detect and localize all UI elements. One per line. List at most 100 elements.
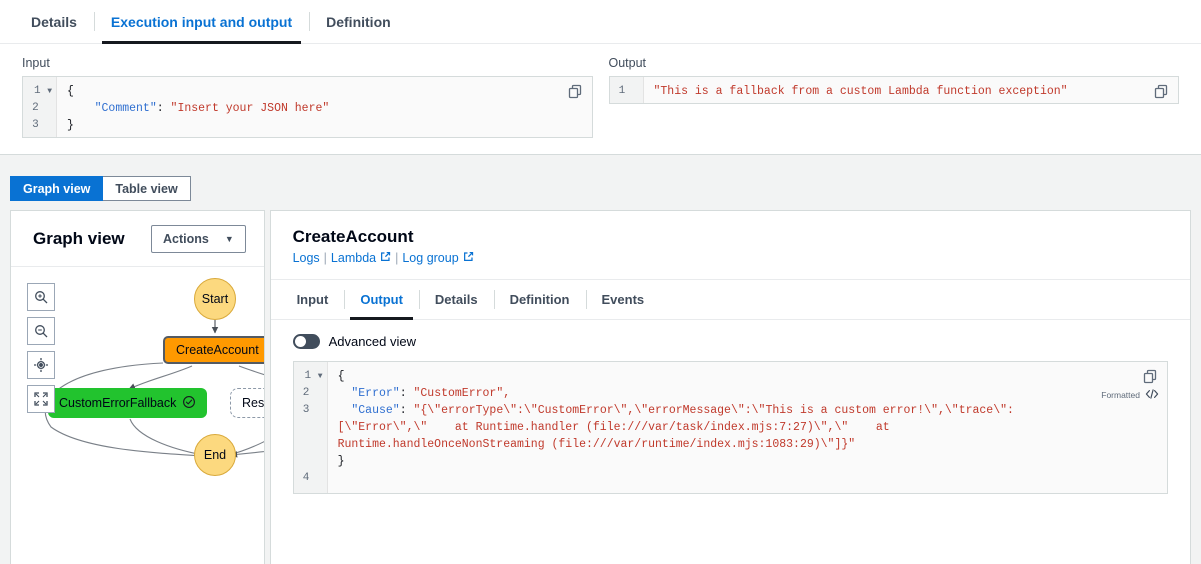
state-detail-tab-bar: Input Output Details Definition Events — [271, 280, 1190, 320]
fullscreen-icon[interactable] — [27, 385, 55, 413]
tab-label: Definition — [326, 14, 391, 30]
state-output-code-box[interactable]: 1 ▼ 2 ▼ 3 ▼ 4 ▼ { "Error": "CustomError"… — [293, 361, 1168, 494]
center-focus-icon[interactable] — [27, 351, 55, 379]
state-output-code-content[interactable]: { "Error": "CustomError", "Cause": "{\"e… — [328, 362, 1167, 493]
panel-title: Graph view — [33, 229, 125, 249]
output-section: Output 1 ▼ "This is a fallback from a cu… — [609, 56, 1180, 138]
input-code-box[interactable]: 1 ▼ 2 ▼ 3 ▼ { "Comment": "Insert your JS… — [22, 76, 593, 138]
formatted-indicator[interactable]: Formatted — [1101, 388, 1159, 402]
zoom-out-icon[interactable] — [27, 317, 55, 345]
json-brace: { — [338, 370, 345, 383]
json-key: "Error" — [351, 387, 399, 400]
fold-caret-icon[interactable]: ▼ — [318, 372, 323, 381]
bottom-area: Graph view Actions ▼ — [10, 210, 1191, 564]
advanced-view-row: Advanced view — [271, 320, 1190, 361]
json-string-value: "This is a fallback from a custom Lambda… — [654, 85, 1068, 98]
line-number: 3 ▼ — [294, 402, 327, 419]
line-number: 4 ▼ — [294, 470, 327, 487]
tab-state-definition[interactable]: Definition — [494, 280, 586, 319]
tab-label: Input — [297, 292, 329, 307]
advanced-view-label: Advanced view — [329, 334, 416, 349]
node-label: End — [204, 448, 226, 462]
tab-label: Details — [31, 14, 77, 30]
actions-label: Actions — [163, 232, 209, 246]
input-output-row: Input 1 ▼ 2 ▼ 3 ▼ { "Comment": "Insert y… — [0, 44, 1201, 138]
output-label: Output — [609, 56, 1180, 70]
top-tab-bar: Details Execution input and output Defin… — [0, 0, 1201, 44]
chevron-down-icon: ▼ — [225, 234, 234, 244]
tab-details[interactable]: Details — [14, 0, 94, 43]
node-label: Start — [202, 292, 228, 306]
copy-icon[interactable] — [1142, 368, 1160, 386]
execution-detail-card: Details Execution input and output Defin… — [0, 0, 1201, 155]
output-gutter: 1 ▼ — [610, 77, 644, 103]
fold-caret-icon[interactable]: ▼ — [47, 87, 52, 96]
json-string-value: "Insert your JSON here" — [171, 102, 330, 115]
tab-label: Events — [602, 292, 645, 307]
json-key: "Cause" — [351, 404, 399, 417]
node-label: CustomErrorFallback — [59, 396, 176, 410]
link-separator: | — [324, 251, 327, 265]
tab-label: Execution input and output — [111, 14, 292, 30]
line-number: 1 ▼ — [23, 83, 56, 100]
json-brace: { — [67, 85, 74, 98]
tab-state-input[interactable]: Input — [281, 280, 345, 319]
node-label: CreateAccount — [176, 343, 259, 357]
segment-table-view[interactable]: Table view — [103, 176, 190, 201]
copy-icon[interactable] — [1153, 83, 1171, 101]
segment-graph-view[interactable]: Graph view — [10, 176, 103, 201]
state-detail-panel: CreateAccount Logs | Lambda | Log group — [270, 210, 1191, 564]
state-links: Logs | Lambda | Log group — [293, 251, 1168, 265]
copy-icon[interactable] — [567, 83, 585, 101]
link-lambda[interactable]: Lambda — [331, 251, 376, 265]
json-key: "Comment" — [95, 102, 157, 115]
link-separator: | — [395, 251, 398, 265]
actions-button[interactable]: Actions ▼ — [151, 225, 246, 253]
line-number: 3 ▼ — [23, 117, 56, 134]
graph-view-header: Graph view Actions ▼ — [11, 211, 264, 267]
tab-state-output[interactable]: Output — [344, 280, 419, 319]
tab-state-events[interactable]: Events — [586, 280, 661, 319]
line-number: 2 ▼ — [294, 385, 327, 402]
input-gutter: 1 ▼ 2 ▼ 3 ▼ — [23, 77, 57, 137]
view-switcher: Graph view Table view — [10, 176, 191, 201]
line-number: 1 ▼ — [610, 83, 643, 100]
json-string-value: "{\"errorType\":\"CustomError\",\"errorM… — [338, 404, 1014, 451]
output-code-box[interactable]: 1 ▼ "This is a fallback from a custom La… — [609, 76, 1180, 104]
graph-node-end[interactable]: End — [194, 434, 236, 476]
tab-label: Definition — [510, 292, 570, 307]
graph-node-start[interactable]: Start — [194, 278, 236, 320]
json-brace: } — [338, 455, 345, 468]
tab-definition[interactable]: Definition — [309, 0, 408, 43]
input-code-content[interactable]: { "Comment": "Insert your JSON here" } — [57, 77, 592, 137]
zoom-in-icon[interactable] — [27, 283, 55, 311]
advanced-view-toggle[interactable] — [293, 334, 320, 349]
input-section: Input 1 ▼ 2 ▼ 3 ▼ { "Comment": "Insert y… — [22, 56, 593, 138]
link-log-group[interactable]: Log group — [402, 251, 458, 265]
toggle-knob — [295, 336, 306, 347]
tab-execution-input-and-output[interactable]: Execution input and output — [94, 0, 309, 43]
state-title: CreateAccount — [293, 227, 1168, 247]
segment-label: Table view — [115, 182, 177, 196]
graph-zoom-toolbar — [27, 283, 55, 413]
code-brackets-icon[interactable] — [1145, 388, 1159, 402]
graph-node-custom-error-fallback[interactable]: CustomErrorFallback — [48, 388, 207, 418]
external-link-icon[interactable] — [463, 251, 474, 265]
graph-canvas[interactable]: Start CreateAccount CustomErrorFallback — [11, 267, 264, 564]
link-logs[interactable]: Logs — [293, 251, 320, 265]
line-number: 1 ▼ — [294, 368, 327, 385]
json-brace: } — [67, 119, 74, 132]
tab-label: Output — [360, 292, 403, 307]
tab-label: Details — [435, 292, 478, 307]
node-label: ReservedTypeFallback — [242, 396, 265, 410]
line-number: 2 ▼ — [23, 100, 56, 117]
output-code-content[interactable]: "This is a fallback from a custom Lambda… — [644, 77, 1179, 103]
graph-node-reserved-type-fallback[interactable]: ReservedTypeFallback — [230, 388, 265, 418]
state-output-gutter: 1 ▼ 2 ▼ 3 ▼ 4 ▼ — [294, 362, 328, 493]
external-link-icon[interactable] — [380, 251, 391, 265]
formatted-label: Formatted — [1101, 390, 1140, 400]
check-circle-icon — [182, 395, 196, 412]
graph-node-create-account[interactable]: CreateAccount — [163, 336, 265, 364]
tab-state-details[interactable]: Details — [419, 280, 494, 319]
state-detail-header: CreateAccount Logs | Lambda | Log group — [271, 211, 1190, 280]
